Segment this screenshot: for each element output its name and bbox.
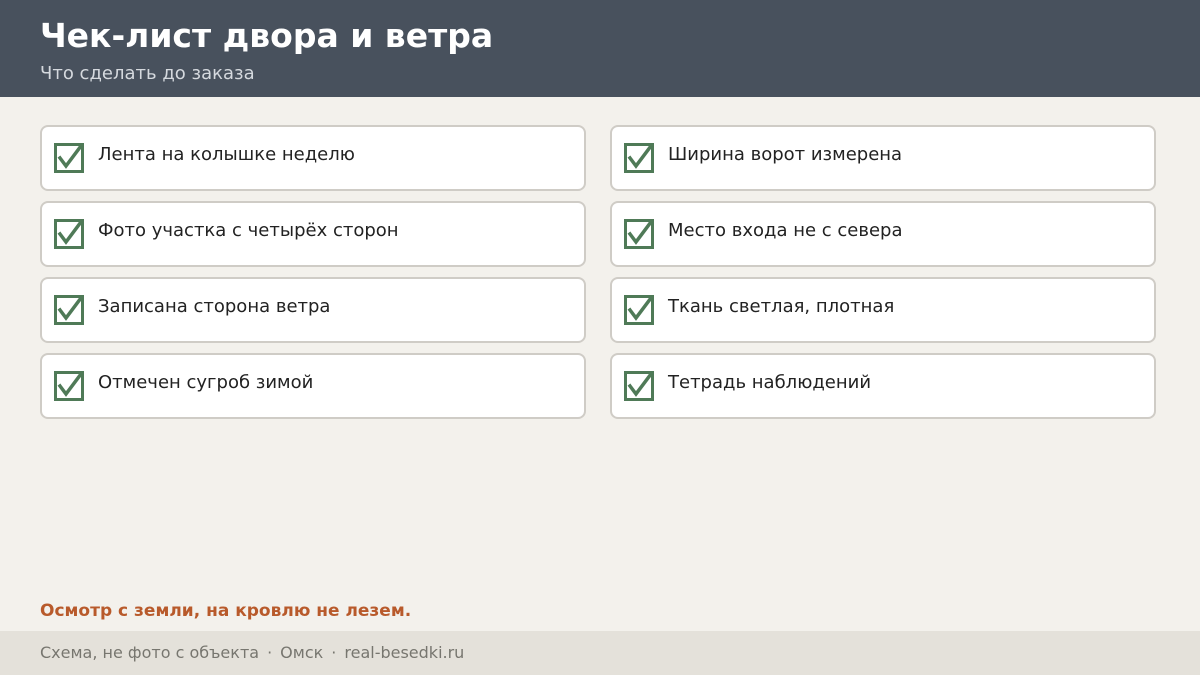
footer-website: real-besedki.ru bbox=[344, 643, 465, 662]
footer-separator: · bbox=[267, 643, 273, 662]
checklist-item-label: Ширина ворот измерена bbox=[668, 144, 903, 165]
checklist-item-label: Тетрадь наблюдений bbox=[668, 372, 872, 393]
checklist-item[interactable]: Фото участка с четырёх сторон bbox=[40, 201, 586, 267]
checklist-item[interactable]: Место входа не с севера bbox=[610, 201, 1156, 267]
checklist-item-label: Место входа не с севера bbox=[668, 220, 903, 241]
checkbox-checked-icon[interactable] bbox=[624, 143, 654, 173]
checkbox-checked-icon[interactable] bbox=[624, 219, 654, 249]
footer-line: Схема, не фото с объекта · Омск · real-besed… bbox=[40, 642, 464, 664]
page-subtitle: Что сделать до заказа bbox=[40, 63, 255, 84]
checkbox-checked-icon[interactable] bbox=[624, 295, 654, 325]
checklist-item[interactable]: Записана сторона ветра bbox=[40, 277, 586, 343]
checklist-item-label: Отмечен сугроб зимой bbox=[98, 372, 314, 393]
checklist-item[interactable]: Ткань светлая, плотная bbox=[610, 277, 1156, 343]
checklist-item[interactable]: Ширина ворот измерена bbox=[610, 125, 1156, 191]
page-title: Чек-лист двора и ветра bbox=[40, 16, 494, 55]
footer-caption: Схема, не фото с объекта bbox=[40, 643, 260, 662]
checklist-item-label: Ткань светлая, плотная bbox=[668, 296, 895, 317]
checkbox-checked-icon[interactable] bbox=[54, 143, 84, 173]
footer-city: Омск bbox=[280, 643, 324, 662]
checkbox-checked-icon[interactable] bbox=[624, 371, 654, 401]
checklist-item[interactable]: Тетрадь наблюдений bbox=[610, 353, 1156, 419]
checkbox-checked-icon[interactable] bbox=[54, 371, 84, 401]
checkbox-checked-icon[interactable] bbox=[54, 295, 84, 325]
safety-note: Осмотр с земли, на кровлю не лезем. bbox=[40, 601, 412, 621]
checklist-item[interactable]: Лента на колышке неделю bbox=[40, 125, 586, 191]
checklist-item-label: Записана сторона ветра bbox=[98, 296, 331, 317]
footer: Схема, не фото с объекта · Омск · real-besed… bbox=[0, 631, 1200, 675]
checklist-item-label: Лента на колышке неделю bbox=[98, 144, 355, 165]
footer-separator: · bbox=[331, 643, 337, 662]
header: Чек-лист двора и ветра Что сделать до за… bbox=[0, 0, 1200, 97]
checkbox-checked-icon[interactable] bbox=[54, 219, 84, 249]
checklist-item[interactable]: Отмечен сугроб зимой bbox=[40, 353, 586, 419]
checklist-item-label: Фото участка с четырёх сторон bbox=[98, 220, 399, 241]
